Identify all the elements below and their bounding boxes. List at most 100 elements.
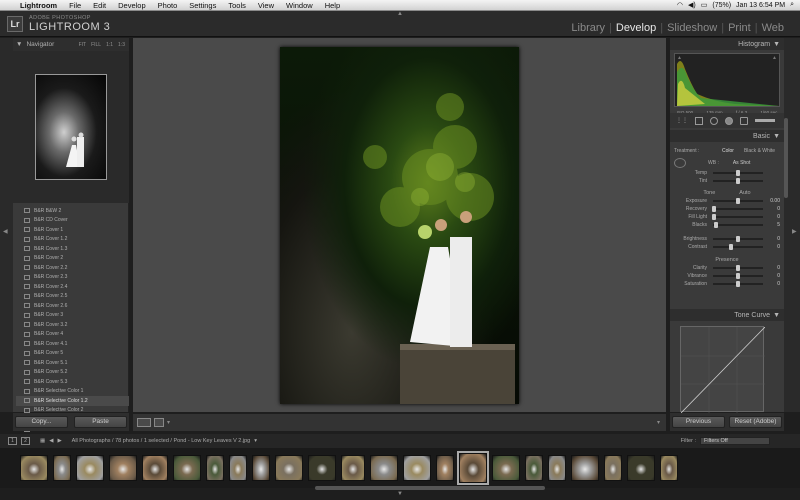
slider-track[interactable] xyxy=(713,170,763,176)
menu-help[interactable]: Help xyxy=(319,1,346,10)
slider-thumb[interactable] xyxy=(712,214,716,220)
slider-value[interactable]: 0 xyxy=(766,244,780,250)
zoom-1-1[interactable]: 1:1 xyxy=(106,42,113,48)
filmstrip-thumbnail[interactable] xyxy=(53,455,71,481)
preset-item[interactable]: B&R Selective Color 1.2 xyxy=(16,396,129,406)
preset-item[interactable]: B&R Cover 5 xyxy=(16,349,129,359)
zoom-fill[interactable]: FILL xyxy=(91,42,101,48)
filmstrip-scrollbar[interactable] xyxy=(315,486,545,490)
slider-track[interactable] xyxy=(713,273,763,279)
preset-item[interactable]: B&R Cover 3.2 xyxy=(16,320,129,330)
source-path[interactable]: All Photographs / 78 photos / 1 selected… xyxy=(72,438,251,444)
page-1-button[interactable]: 1 xyxy=(8,437,17,445)
filmstrip-thumbnail[interactable] xyxy=(173,455,201,481)
volume-icon[interactable]: ◀) xyxy=(688,1,696,9)
wifi-icon[interactable]: ◠ xyxy=(677,1,683,9)
battery-icon[interactable]: ▭ xyxy=(701,1,708,9)
slider-thumb[interactable] xyxy=(736,236,740,242)
filmstrip-thumbnail[interactable] xyxy=(571,455,599,481)
main-photo[interactable] xyxy=(280,47,519,404)
spotlight-icon[interactable]: ⌕ xyxy=(790,1,794,9)
graduated-filter-icon[interactable] xyxy=(740,116,748,125)
menu-tools[interactable]: Tools xyxy=(222,1,252,10)
path-chevron-icon[interactable]: ▾ xyxy=(254,438,257,444)
slider-value[interactable]: 0.00 xyxy=(766,198,780,204)
preset-item[interactable]: B&R Cover 2.2 xyxy=(16,263,129,273)
preset-item[interactable]: B&R Cover 1 xyxy=(16,225,129,235)
toolbar-menu-chevron-icon[interactable]: ▾ xyxy=(657,419,666,426)
slider-thumb[interactable] xyxy=(728,244,733,250)
preset-item[interactable]: B&R Cover 2.6 xyxy=(16,301,129,311)
filmstrip-thumbnail[interactable] xyxy=(436,455,454,481)
filmstrip-thumbnail[interactable] xyxy=(604,455,622,481)
slider-thumb[interactable] xyxy=(736,198,740,204)
filmstrip-thumbnail[interactable] xyxy=(206,455,224,481)
slider-track[interactable] xyxy=(712,206,763,212)
slider-value[interactable]: 0 xyxy=(766,236,780,242)
filmstrip-thumbnail[interactable] xyxy=(370,455,398,481)
module-develop[interactable]: Develop xyxy=(612,22,660,34)
slider-track[interactable] xyxy=(713,178,763,184)
copy-settings-button[interactable]: Copy... xyxy=(15,416,68,428)
slider-value[interactable]: 0 xyxy=(766,273,780,279)
filmstrip-thumbnail[interactable] xyxy=(76,455,104,481)
navigator-preview-area[interactable] xyxy=(13,51,129,203)
filmstrip-thumbnail[interactable] xyxy=(548,455,566,481)
slider-thumb[interactable] xyxy=(736,281,740,287)
slider-thumb[interactable] xyxy=(736,178,740,184)
collapse-top-arrow-icon[interactable]: ▲ xyxy=(397,11,403,17)
back-arrow-icon[interactable]: ◀ xyxy=(49,438,53,444)
slider-track[interactable] xyxy=(713,265,763,271)
zoom-fit[interactable]: FIT xyxy=(79,42,87,48)
preset-item[interactable]: B&R Cover 1.3 xyxy=(16,244,129,254)
histogram-header[interactable]: Histogram ▼ xyxy=(670,38,784,50)
filmstrip-thumbnail[interactable] xyxy=(525,455,543,481)
compare-view-icon[interactable] xyxy=(154,418,164,427)
eyedropper-icon[interactable] xyxy=(674,157,686,168)
page-2-button[interactable]: 2 xyxy=(21,437,30,445)
menu-settings[interactable]: Settings xyxy=(183,1,222,10)
filmstrip-thumbnail[interactable] xyxy=(403,455,431,481)
zoom-1-3[interactable]: 1:3 xyxy=(118,42,125,48)
filmstrip-thumbnail[interactable] xyxy=(492,455,520,481)
preset-item[interactable]: B&R Cover 2 xyxy=(16,254,129,264)
crop-tool-icon[interactable] xyxy=(695,116,703,125)
right-panel-scrollbar[interactable] xyxy=(784,38,788,412)
navigator-preview[interactable] xyxy=(35,74,107,180)
spot-removal-icon[interactable] xyxy=(710,116,718,125)
forward-arrow-icon[interactable]: ▶ xyxy=(57,438,61,444)
reset-button[interactable]: Reset (Adobe) xyxy=(729,416,782,428)
module-library[interactable]: Library xyxy=(567,22,609,34)
preset-item[interactable]: B&R B&W 2 xyxy=(16,206,129,216)
tone-curve-graph[interactable] xyxy=(680,326,765,413)
filter-select[interactable]: Filters Off xyxy=(700,437,770,445)
preset-item[interactable]: B&R Cover 5.3 xyxy=(16,377,129,387)
preset-item[interactable]: B&R Cover 2.5 xyxy=(16,292,129,302)
preset-item[interactable]: B&R Cover 1.2 xyxy=(16,235,129,245)
slider-track[interactable] xyxy=(713,281,763,287)
module-slideshow[interactable]: Slideshow xyxy=(663,22,721,34)
auto-tone-button[interactable]: Auto xyxy=(739,190,750,196)
module-web[interactable]: Web xyxy=(758,22,788,34)
filmstrip-thumbnail[interactable] xyxy=(142,455,168,481)
menu-window[interactable]: Window xyxy=(280,1,319,10)
slider-thumb[interactable] xyxy=(714,222,718,228)
navigator-header[interactable]: ▼ Navigator FIT FILL 1:1 1:3 xyxy=(13,38,129,51)
filmstrip-thumbnail[interactable] xyxy=(229,455,247,481)
preset-item[interactable]: B&R Cover 3 xyxy=(16,311,129,321)
basic-header[interactable]: Basic ▼ xyxy=(670,130,784,142)
preset-item[interactable]: B&R Cover 2.4 xyxy=(16,282,129,292)
menu-app[interactable]: Lightroom xyxy=(14,1,63,10)
menu-edit[interactable]: Edit xyxy=(87,1,112,10)
slider-value[interactable]: 0 xyxy=(766,265,780,271)
grid-tool-icon[interactable]: ⋮⋮ xyxy=(676,117,688,124)
previous-button[interactable]: Previous xyxy=(672,416,725,428)
slider-track[interactable] xyxy=(713,198,763,204)
treatment-bw-option[interactable]: Black & White xyxy=(744,148,775,154)
slider-value[interactable]: 0 xyxy=(766,281,780,287)
adjustment-brush-icon[interactable] xyxy=(755,119,775,122)
disclosure-down-icon[interactable]: ▼ xyxy=(773,41,780,48)
grid-view-icon[interactable]: ▦ xyxy=(40,438,45,444)
slider-track[interactable] xyxy=(713,222,763,228)
preset-item[interactable]: B&R Cover 5.1 xyxy=(16,358,129,368)
